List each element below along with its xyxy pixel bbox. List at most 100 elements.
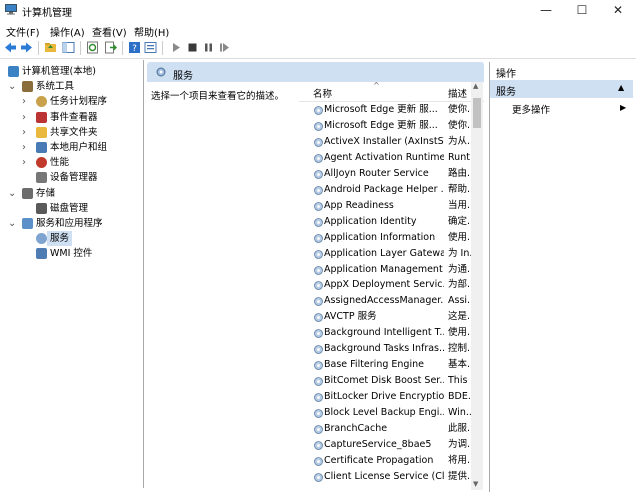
service-row[interactable]: Background Intelligent T... 使用... [299, 325, 472, 341]
service-row[interactable]: BranchCache 此服... [299, 421, 472, 437]
close-button[interactable]: ✕ [600, 0, 636, 20]
expand-chevron-down-icon[interactable]: ⌄ [8, 79, 16, 94]
tree-item[interactable]: ⌄ 服务和应用程序 [0, 216, 142, 231]
service-row[interactable]: AssignedAccessManager... Assi... [299, 293, 472, 309]
scroll-thumb[interactable] [473, 98, 481, 128]
tree-item[interactable]: › 性能 [0, 155, 142, 170]
services-pane: 服务 选择一个项目来查看它的描述。 名称 ^ 描述 Microsoft Edge… [147, 62, 484, 492]
collapse-arrow-icon[interactable]: ▲ [618, 83, 624, 92]
menu-help[interactable]: 帮助(H) [134, 24, 169, 39]
more-actions-link[interactable]: 更多操作 [512, 102, 550, 116]
expand-chevron-down-icon[interactable]: ⌄ [8, 216, 16, 231]
tree-item[interactable]: 计算机管理(本地) [0, 64, 142, 79]
device-icon [36, 172, 47, 184]
service-row[interactable]: BitComet Disk Boost Ser... This ... [299, 373, 472, 389]
service-gear-icon [314, 377, 323, 387]
back-icon[interactable] [4, 41, 17, 54]
play-icon[interactable] [170, 41, 183, 54]
service-description: 为从... [448, 135, 472, 147]
performance-icon [36, 157, 47, 169]
service-row[interactable]: Client License Service (Cli... 提供... [299, 469, 472, 485]
service-name: Block Level Backup Engi... [324, 407, 444, 419]
tree-item[interactable]: 服务 [0, 231, 142, 247]
help-icon[interactable]: ? [128, 41, 141, 54]
expand-chevron-right-icon[interactable]: › [22, 140, 26, 155]
service-row[interactable]: Application Identity 确定... [299, 214, 472, 230]
tree-item[interactable]: ⌄ 存储 [0, 186, 142, 201]
service-row[interactable]: AllJoyn Router Service 路由... [299, 166, 472, 182]
column-header-name[interactable]: 名称 [313, 86, 332, 100]
tree-item[interactable]: › 任务计划程序 [0, 94, 142, 109]
service-description: 为通... [448, 263, 472, 275]
scroll-up-icon[interactable]: ▲ [473, 82, 478, 90]
service-row[interactable]: Android Package Helper ... 帮助... [299, 182, 472, 198]
service-gear-icon [314, 441, 323, 450]
service-row[interactable]: ActiveX Installer (AxInstSV) 为从... [299, 134, 472, 150]
service-gear-icon [156, 67, 166, 77]
restart-icon[interactable] [218, 41, 231, 54]
toolbar-separator [122, 41, 123, 55]
service-description: 为 In... [448, 247, 472, 259]
service-gear-icon [314, 233, 323, 243]
service-row[interactable]: App Readiness 当用... [299, 198, 472, 214]
service-name: Application Information [324, 231, 436, 243]
actions-section-services[interactable]: 服务 ▲ [490, 80, 633, 98]
service-row[interactable]: Microsoft Edge 更新 服... 使你... [299, 102, 472, 118]
tree-item-label: 计算机管理(本地) [22, 66, 96, 77]
service-gear-icon [314, 281, 323, 291]
menu-file[interactable]: 文件(F) [6, 24, 40, 39]
service-description: 此服... [448, 423, 472, 434]
menu-action[interactable]: 操作(A) [50, 24, 85, 39]
tree-item[interactable]: › 事件查看器 [0, 110, 142, 125]
tree-item[interactable]: WMI 控件 [0, 246, 142, 261]
service-row[interactable]: Background Tasks Infras... 控制... [299, 341, 472, 357]
service-row[interactable]: Application Information 使用... [299, 230, 472, 246]
tree-item[interactable]: 设备管理器 [0, 170, 142, 185]
expand-chevron-right-icon[interactable]: › [22, 155, 26, 170]
service-gear-icon [314, 409, 323, 418]
service-gear-icon [314, 217, 323, 227]
service-row[interactable]: Agent Activation Runtime... Runt... [299, 150, 472, 166]
service-gear-icon [314, 249, 323, 259]
service-row[interactable]: Microsoft Edge 更新 服... 使你... [299, 118, 472, 134]
service-name: Agent Activation Runtime... [324, 151, 444, 163]
refresh-icon[interactable] [86, 41, 99, 54]
service-row[interactable]: Application Layer Gatewa... 为 In... [299, 246, 472, 262]
service-row[interactable]: Block Level Backup Engi... Win... [299, 405, 472, 421]
tree-item-label: 磁盘管理 [50, 202, 89, 214]
event-icon [36, 111, 47, 123]
maximize-button[interactable]: ☐ [564, 0, 600, 20]
service-row[interactable]: Base Filtering Engine 基本... [299, 357, 472, 373]
menu-view[interactable]: 查看(V) [92, 24, 127, 39]
vertical-scrollbar[interactable]: ▲ ▼ [471, 82, 483, 490]
tree-item[interactable]: ⌄ 系统工具 [0, 79, 142, 94]
expand-chevron-right-icon[interactable]: › [22, 125, 26, 140]
service-name: Android Package Helper ... [324, 183, 444, 195]
service-row[interactable]: Application Management 为通... [299, 262, 472, 278]
stop-icon[interactable] [186, 41, 199, 54]
service-row[interactable]: Certificate Propagation 将用... [299, 453, 472, 469]
expand-chevron-right-icon[interactable]: › [22, 110, 26, 125]
service-gear-icon [36, 233, 47, 245]
service-name: Application Layer Gatewa... [324, 247, 444, 259]
scroll-down-icon[interactable]: ▼ [473, 480, 478, 488]
tree-item-label: 服务 [47, 231, 73, 247]
show-hide-tree-icon[interactable] [62, 41, 75, 54]
tree-item[interactable]: › 共享文件夹 [0, 125, 142, 140]
forward-icon[interactable] [20, 41, 33, 54]
export-icon[interactable] [104, 41, 117, 54]
service-row[interactable]: CaptureService_8bae5 为调... [299, 437, 472, 453]
pause-icon[interactable] [202, 41, 215, 54]
expand-chevron-down-icon[interactable]: ⌄ [8, 186, 16, 201]
up-folder-icon[interactable] [44, 41, 57, 54]
tree-item[interactable]: 磁盘管理 [0, 201, 142, 216]
service-row[interactable]: AppX Deployment Servic... 为部... [299, 277, 472, 293]
service-row[interactable]: BitLocker Drive Encryptio... BDE... [299, 389, 472, 405]
column-header-description[interactable]: 描述 [448, 86, 467, 100]
expand-chevron-right-icon[interactable]: › [22, 94, 26, 109]
properties-icon[interactable] [144, 41, 157, 54]
tree-item[interactable]: › 本地用户和组 [0, 140, 142, 155]
service-row[interactable]: AVCTP 服务 这是... [299, 309, 472, 325]
minimize-button[interactable]: — [528, 0, 564, 20]
service-name: App Readiness [324, 199, 394, 211]
